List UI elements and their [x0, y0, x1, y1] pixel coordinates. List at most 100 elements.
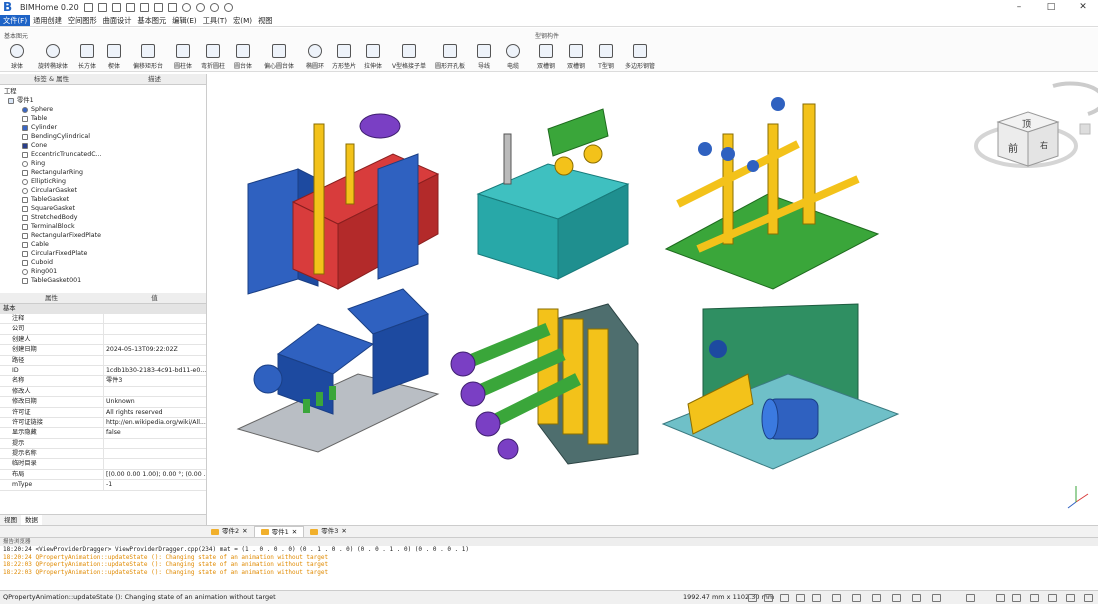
cut-icon[interactable]	[139, 3, 149, 12]
tree-item[interactable]: Sphere	[4, 105, 206, 114]
elliptic-ring-button[interactable]: 椭圆环	[302, 42, 328, 70]
property-row[interactable]: 路径	[0, 355, 206, 366]
measure-icon[interactable]	[872, 594, 881, 602]
draw-style-icon[interactable]	[832, 594, 841, 602]
menu-file[interactable]: 文件(F)	[0, 15, 31, 26]
tree-item[interactable]: EllipticRing	[4, 177, 206, 186]
property-row[interactable]: 名称 零件3	[0, 376, 206, 387]
settings-icon[interactable]	[1066, 594, 1075, 602]
menu-basic-primitives[interactable]: 基本图元	[134, 15, 169, 26]
doc-tab-part3[interactable]: 零件3 ✕	[304, 526, 353, 537]
close-tab-icon[interactable]: ✕	[341, 526, 346, 537]
copy-icon[interactable]	[153, 3, 163, 12]
property-row[interactable]: 公司	[0, 324, 206, 335]
play-icon[interactable]	[223, 3, 233, 12]
sphere-button[interactable]: 球体	[6, 42, 28, 70]
new-file-icon[interactable]	[83, 3, 93, 12]
tree-item[interactable]: TerminalBlock	[4, 222, 206, 231]
tree-item[interactable]: StretchedBody	[4, 213, 206, 222]
property-row[interactable]: mType -1	[0, 480, 206, 491]
property-group-basic[interactable]: 基本	[0, 304, 206, 314]
tree-item[interactable]: EccentricTruncatedC...	[4, 150, 206, 159]
paste-icon[interactable]	[167, 3, 177, 12]
menu-space-graphics[interactable]: 空间图形	[65, 15, 100, 26]
property-row[interactable]: 许可证链接 http://en.wikipedia.org/wiki/All...	[0, 417, 206, 429]
property-row[interactable]: 注释	[0, 314, 206, 325]
nav-style-icon[interactable]	[966, 594, 975, 602]
menu-surface-design[interactable]: 曲面设计	[100, 15, 135, 26]
zoom-in-icon[interactable]	[996, 594, 1005, 602]
cable-button[interactable]: 电缆	[502, 42, 524, 70]
model-motor-pump-skid[interactable]	[661, 303, 900, 470]
wire-button[interactable]: 导线	[473, 42, 495, 70]
menu-tools[interactable]: 工具(T)	[200, 15, 230, 26]
round-hole-plate-button[interactable]: 圆形开孔板	[433, 42, 467, 70]
tree-item[interactable]: TableGasket	[4, 195, 206, 204]
extrude-button[interactable]: 拉伸体	[361, 42, 385, 70]
tab-labels-properties[interactable]: 标签 & 属性	[0, 74, 103, 84]
tree-item[interactable]: RectangularFixedPlate	[4, 231, 206, 240]
save-icon[interactable]	[111, 3, 121, 12]
square-gasket-button[interactable]: 方形垫片	[331, 42, 357, 70]
polygon-pipe-button[interactable]: 多边形钢管	[622, 42, 658, 70]
property-row[interactable]: 许可证 All rights reserved	[0, 407, 206, 418]
light-icon[interactable]	[912, 594, 921, 602]
tree-item[interactable]: BendingCylindrical	[4, 132, 206, 141]
info-icon[interactable]	[1084, 594, 1093, 602]
cuboid-button[interactable]: 长方体	[75, 42, 99, 70]
menu-view[interactable]: 视图	[255, 15, 275, 26]
viewport-canvas[interactable]: 顶 前 右	[208, 74, 1098, 525]
tree-item[interactable]: Cuboid	[4, 258, 206, 267]
property-row[interactable]: 提示名称	[0, 449, 206, 460]
camera-icon[interactable]	[932, 594, 941, 602]
doc-tab-part2[interactable]: 零件2 ✕	[205, 526, 254, 537]
zoom-out-icon[interactable]	[1012, 594, 1021, 602]
menu-edit[interactable]: 编辑(E)	[169, 15, 200, 26]
tree-item[interactable]: Cylinder	[4, 123, 206, 132]
view-front-icon[interactable]	[780, 594, 789, 602]
double-channel-2-button[interactable]: 双槽钢	[563, 42, 589, 70]
model-pump-station[interactable]	[664, 97, 880, 290]
property-row[interactable]: 创建日期 2024-05-13T09:22:02Z	[0, 345, 206, 356]
model-pipe-manifold[interactable]	[450, 303, 639, 465]
tree-item[interactable]: Cable	[4, 240, 206, 249]
tab-description[interactable]: 描述	[103, 74, 206, 84]
wedge-button[interactable]: 楔体	[104, 42, 124, 70]
tree-item[interactable]: SquareGasket	[4, 204, 206, 213]
property-row[interactable]: 修改人	[0, 386, 206, 398]
tree-item[interactable]: RectangularRing	[4, 168, 206, 177]
tree-item[interactable]: Ring	[4, 159, 206, 168]
double-channel-button[interactable]: 双槽钢	[533, 42, 559, 70]
home-view-icon[interactable]	[1079, 123, 1091, 135]
tree-item[interactable]: CircularGasket	[4, 186, 206, 195]
view-fit-icon[interactable]	[748, 594, 757, 602]
open-file-icon[interactable]	[97, 3, 107, 12]
redo-icon[interactable]	[195, 3, 205, 12]
model-cyan-transformer[interactable]	[476, 108, 630, 280]
property-row[interactable]: 创建人	[0, 334, 206, 346]
rotate-arrow-icon[interactable]	[1052, 81, 1098, 116]
model-transformer-radiator[interactable]	[247, 113, 440, 295]
t-steel-button[interactable]: T型钢	[595, 42, 617, 70]
tab-data[interactable]: 数据	[21, 515, 42, 525]
tree-root[interactable]: 零件1	[4, 96, 206, 105]
model-engine-generator[interactable]	[236, 288, 440, 453]
minimize-button[interactable]: –	[1008, 0, 1030, 15]
record-icon[interactable]	[209, 3, 219, 12]
v-connector-button[interactable]: V型格接子单	[388, 42, 430, 70]
offset-rect-platform-button[interactable]: 偏移矩形台	[128, 42, 168, 70]
property-row[interactable]: 修改日期 Unknown	[0, 397, 206, 408]
truncated-cone-button[interactable]: 圆台体	[230, 42, 256, 70]
menu-macro[interactable]: 宏(M)	[230, 15, 255, 26]
property-row[interactable]: ID 1cdb1b30-2183-4c91-bd11-e0...	[0, 365, 206, 377]
bend-cylinder-button[interactable]: 弯折圆柱	[199, 42, 227, 70]
close-tab-icon[interactable]: ✕	[242, 526, 247, 537]
property-row[interactable]: 临时目录	[0, 459, 206, 470]
tree-item[interactable]: CircularFixedPlate	[4, 249, 206, 258]
3d-viewport[interactable]: 顶 前 右	[208, 74, 1098, 525]
undo-icon[interactable]	[181, 3, 191, 12]
view-right-icon[interactable]	[812, 594, 821, 602]
view-top-icon[interactable]	[796, 594, 805, 602]
tree-item[interactable]: TableGasket001	[4, 276, 206, 285]
selection-icon[interactable]	[892, 594, 901, 602]
